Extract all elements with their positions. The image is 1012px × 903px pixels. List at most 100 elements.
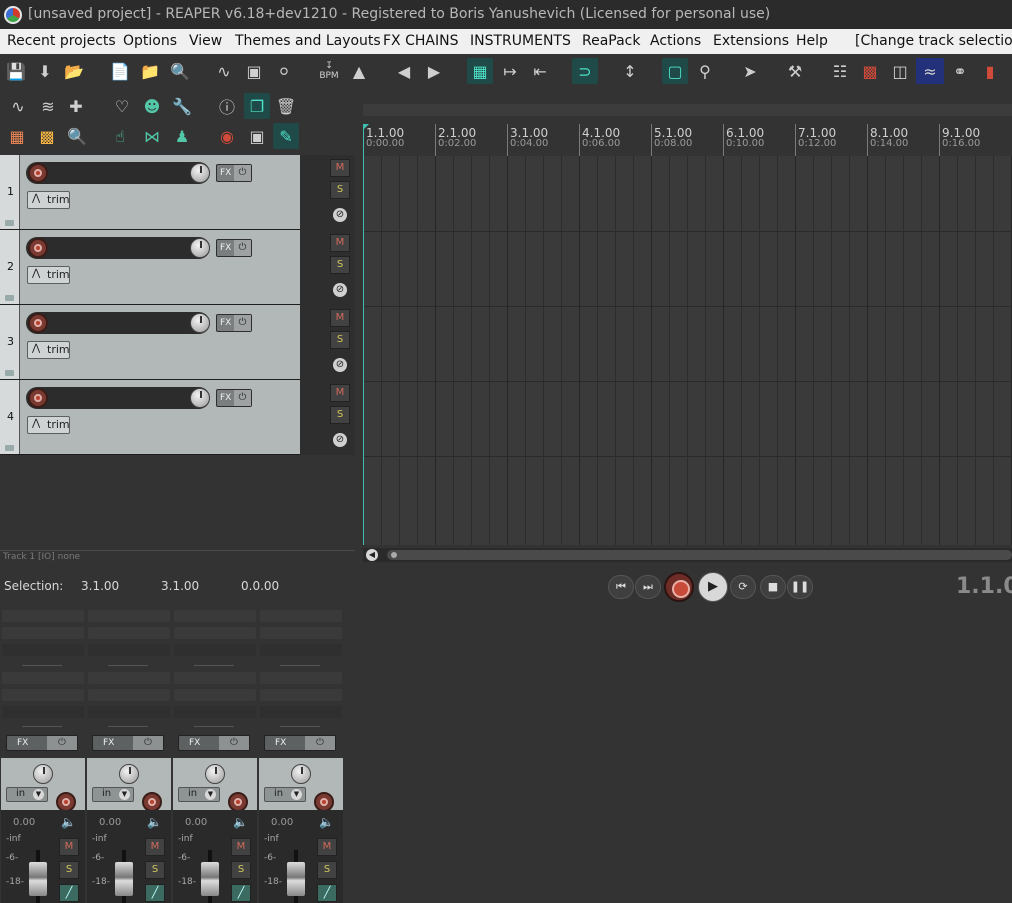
metronome-icon[interactable]: ▲ xyxy=(346,58,372,84)
fx-slot[interactable] xyxy=(88,627,170,639)
menu-themes-and-layouts[interactable]: Themes and Layouts xyxy=(235,33,381,49)
send-slot[interactable] xyxy=(88,672,170,684)
send-slot[interactable] xyxy=(174,689,256,701)
trim-envelope-button[interactable]: ⋀ trim xyxy=(27,416,70,434)
volume-knob[interactable] xyxy=(190,163,210,183)
ripple-edit-icon[interactable]: ↦ xyxy=(497,58,523,84)
track-name-field[interactable] xyxy=(26,387,210,409)
selection-end[interactable]: 3.1.00 xyxy=(161,579,199,593)
spectrum-icon[interactable]: ≈ xyxy=(916,58,944,84)
solo-button[interactable]: S xyxy=(145,861,165,879)
menu-fx-chains[interactable]: FX CHAINS xyxy=(383,33,458,49)
record-arm-button[interactable] xyxy=(314,792,334,812)
open-project-folder-icon[interactable]: 📂 xyxy=(61,58,87,84)
fx-bypass-icon[interactable]: ⏻ xyxy=(219,736,249,750)
trim-envelope-button[interactable]: ⋀ trim xyxy=(27,191,70,209)
track-name-field[interactable] xyxy=(26,237,210,259)
mute-button[interactable]: M xyxy=(59,838,79,856)
menu-extensions[interactable]: Extensions xyxy=(713,33,789,49)
grid-layout-icon[interactable]: ☷ xyxy=(827,58,853,84)
fx-button[interactable]: FX ⏻ xyxy=(216,239,252,257)
grid-icon[interactable]: ▦ xyxy=(467,58,493,84)
download-icon[interactable]: ⬇ xyxy=(32,58,58,84)
mixer-fx-button[interactable]: FX ⏻ xyxy=(6,735,78,751)
folder-icon[interactable] xyxy=(5,445,14,451)
pan-knob[interactable] xyxy=(33,764,53,784)
fx-button[interactable]: FX ⏻ xyxy=(216,164,252,182)
automation-icon[interactable]: ╱ xyxy=(231,884,251,902)
track-row[interactable]: 1 FX ⏻ ⋀ trim xyxy=(0,155,300,230)
send-slot[interactable] xyxy=(174,672,256,684)
send-slot[interactable] xyxy=(260,689,342,701)
trim-envelope-button[interactable]: ⋀ trim xyxy=(27,341,70,359)
track-name-field[interactable] xyxy=(26,312,210,334)
menu-view[interactable]: View xyxy=(189,33,222,49)
folder-icon[interactable] xyxy=(5,370,14,376)
selection-length[interactable]: 0.0.00 xyxy=(241,579,279,593)
send-slot[interactable] xyxy=(88,689,170,701)
routing-icon[interactable]: ▩ xyxy=(857,58,883,84)
node-graph-icon[interactable]: ⋈ xyxy=(139,123,165,149)
loop-points-icon[interactable]: ⇤ xyxy=(527,58,553,84)
fx-button[interactable]: FX ⏻ xyxy=(216,389,252,407)
hammer-icon[interactable]: ⚒ xyxy=(782,58,808,84)
fx-bypass-icon[interactable]: ⏻ xyxy=(133,736,163,750)
track-number[interactable]: 4 xyxy=(0,380,20,454)
network-icon[interactable]: ◫ xyxy=(887,58,913,84)
pointer-icon[interactable]: ➤ xyxy=(737,58,763,84)
input-select[interactable]: in ▼ xyxy=(178,787,220,802)
trash-icon[interactable]: 🗑 xyxy=(273,93,299,119)
save-project-icon[interactable]: 💾 xyxy=(3,58,29,84)
position-timecode[interactable]: 1.1.00 xyxy=(956,574,1012,599)
automation-icon[interactable]: ╱ xyxy=(317,884,337,902)
phase-invert-icon[interactable]: ⊘ xyxy=(333,208,347,222)
next-icon[interactable]: ▶ xyxy=(421,58,447,84)
horizontal-scrollbar[interactable]: ◀ xyxy=(363,548,1012,562)
volume-knob[interactable] xyxy=(190,388,210,408)
menu-actions[interactable]: Actions xyxy=(650,33,701,49)
fx-button[interactable]: FX ⏻ xyxy=(216,314,252,332)
add-icon[interactable]: ✚ xyxy=(63,93,89,119)
wrench-icon[interactable]: 🔧 xyxy=(169,93,195,119)
hand-cursor-icon[interactable]: ☝ xyxy=(107,123,133,149)
phase-invert-icon[interactable]: ⊘ xyxy=(333,358,347,372)
robot-icon[interactable]: ☻ xyxy=(139,93,165,119)
repeat-button[interactable]: ⟳ xyxy=(730,575,756,599)
pan-knob[interactable] xyxy=(205,764,225,784)
metronome-drum-icon[interactable]: ⚪ xyxy=(271,58,297,84)
mixer-fx-button[interactable]: FX ⏻ xyxy=(264,735,336,751)
solo-button[interactable]: S xyxy=(59,861,79,879)
record-arm-icon[interactable]: ◉ xyxy=(214,123,240,149)
meter-icon[interactable]: ▮ xyxy=(977,58,1003,84)
record-arm-button[interactable] xyxy=(28,238,48,258)
waveform-icon[interactable]: ∿ xyxy=(211,58,237,84)
mute-button[interactable]: M xyxy=(330,384,350,402)
previous-icon[interactable]: ◀ xyxy=(391,58,417,84)
menu-reapack[interactable]: ReaPack xyxy=(582,33,641,49)
snap-magnet-icon[interactable]: ⊃ xyxy=(572,58,598,84)
solo-button[interactable]: S xyxy=(317,861,337,879)
track-row[interactable]: 4 FX ⏻ ⋀ trim xyxy=(0,380,300,455)
mixer-strip[interactable]: FX ⏻ in ▼ 0.00 🔈 -inf -6- -18- M S ╱ xyxy=(86,608,172,903)
bpm-tap-icon[interactable]: ↧ BPM xyxy=(316,58,342,84)
automation-icon[interactable]: ≋ xyxy=(35,93,61,119)
phase-invert-icon[interactable]: ⊘ xyxy=(333,283,347,297)
automation-icon[interactable]: ╱ xyxy=(145,884,165,902)
mixer-fx-button[interactable]: FX ⏻ xyxy=(92,735,164,751)
volume-knob[interactable] xyxy=(190,313,210,333)
track-number[interactable]: 2 xyxy=(0,230,20,304)
fx-bypass-icon[interactable]: ⏻ xyxy=(305,736,335,750)
send-slot[interactable] xyxy=(2,706,84,718)
input-select[interactable]: in ▼ xyxy=(6,787,48,802)
speaker-icon[interactable]: 🔈 xyxy=(61,815,76,829)
link-icon[interactable]: ⚭ xyxy=(947,58,973,84)
volume-fader[interactable] xyxy=(287,862,305,896)
mixer-strip[interactable]: FX ⏻ in ▼ 0.00 🔈 -inf -6- -18- M S ╱ xyxy=(172,608,258,903)
fx-slot[interactable] xyxy=(260,610,342,622)
search-file-icon[interactable]: 🔍 xyxy=(167,58,193,84)
input-select[interactable]: in ▼ xyxy=(264,787,306,802)
fx-bypass-icon[interactable]: ⏻ xyxy=(47,736,77,750)
person-icon[interactable]: ♟ xyxy=(169,123,195,149)
pan-knob[interactable] xyxy=(119,764,139,784)
folder-icon[interactable] xyxy=(5,295,14,301)
